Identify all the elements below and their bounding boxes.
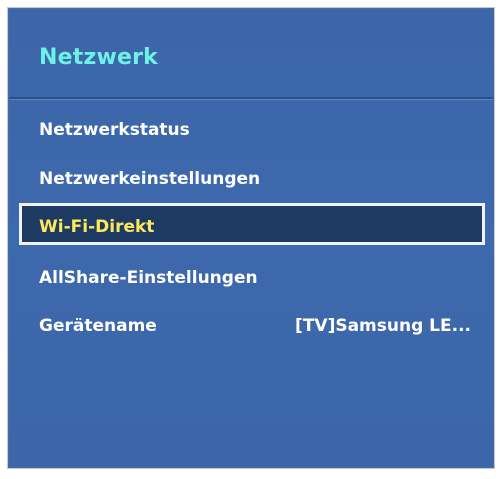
menu-item-allshare-einstellungen[interactable]: AllShare-Einstellungen [39,263,471,293]
menu-item-wifi-direkt-selected[interactable]: Wi-Fi-Direkt [19,203,485,245]
menu-title: Netzwerk [39,45,158,70]
settings-window: Netzwerk Netzwerkstatus Netzwerkeinstell… [7,7,495,469]
network-menu-panel: Netzwerk Netzwerkstatus Netzwerkeinstell… [9,9,493,467]
menu-item-netzwerkeinstellungen[interactable]: Netzwerkeinstellungen [39,164,471,194]
menu-item-netzwerkstatus[interactable]: Netzwerkstatus [39,115,471,145]
menu-item-geraetename-label: Gerätename [39,316,157,336]
device-name-value: [TV]Samsung LE... [295,316,471,336]
menu-item-geraetename[interactable]: Gerätename [TV]Samsung LE... [39,311,471,341]
title-divider [9,97,493,99]
